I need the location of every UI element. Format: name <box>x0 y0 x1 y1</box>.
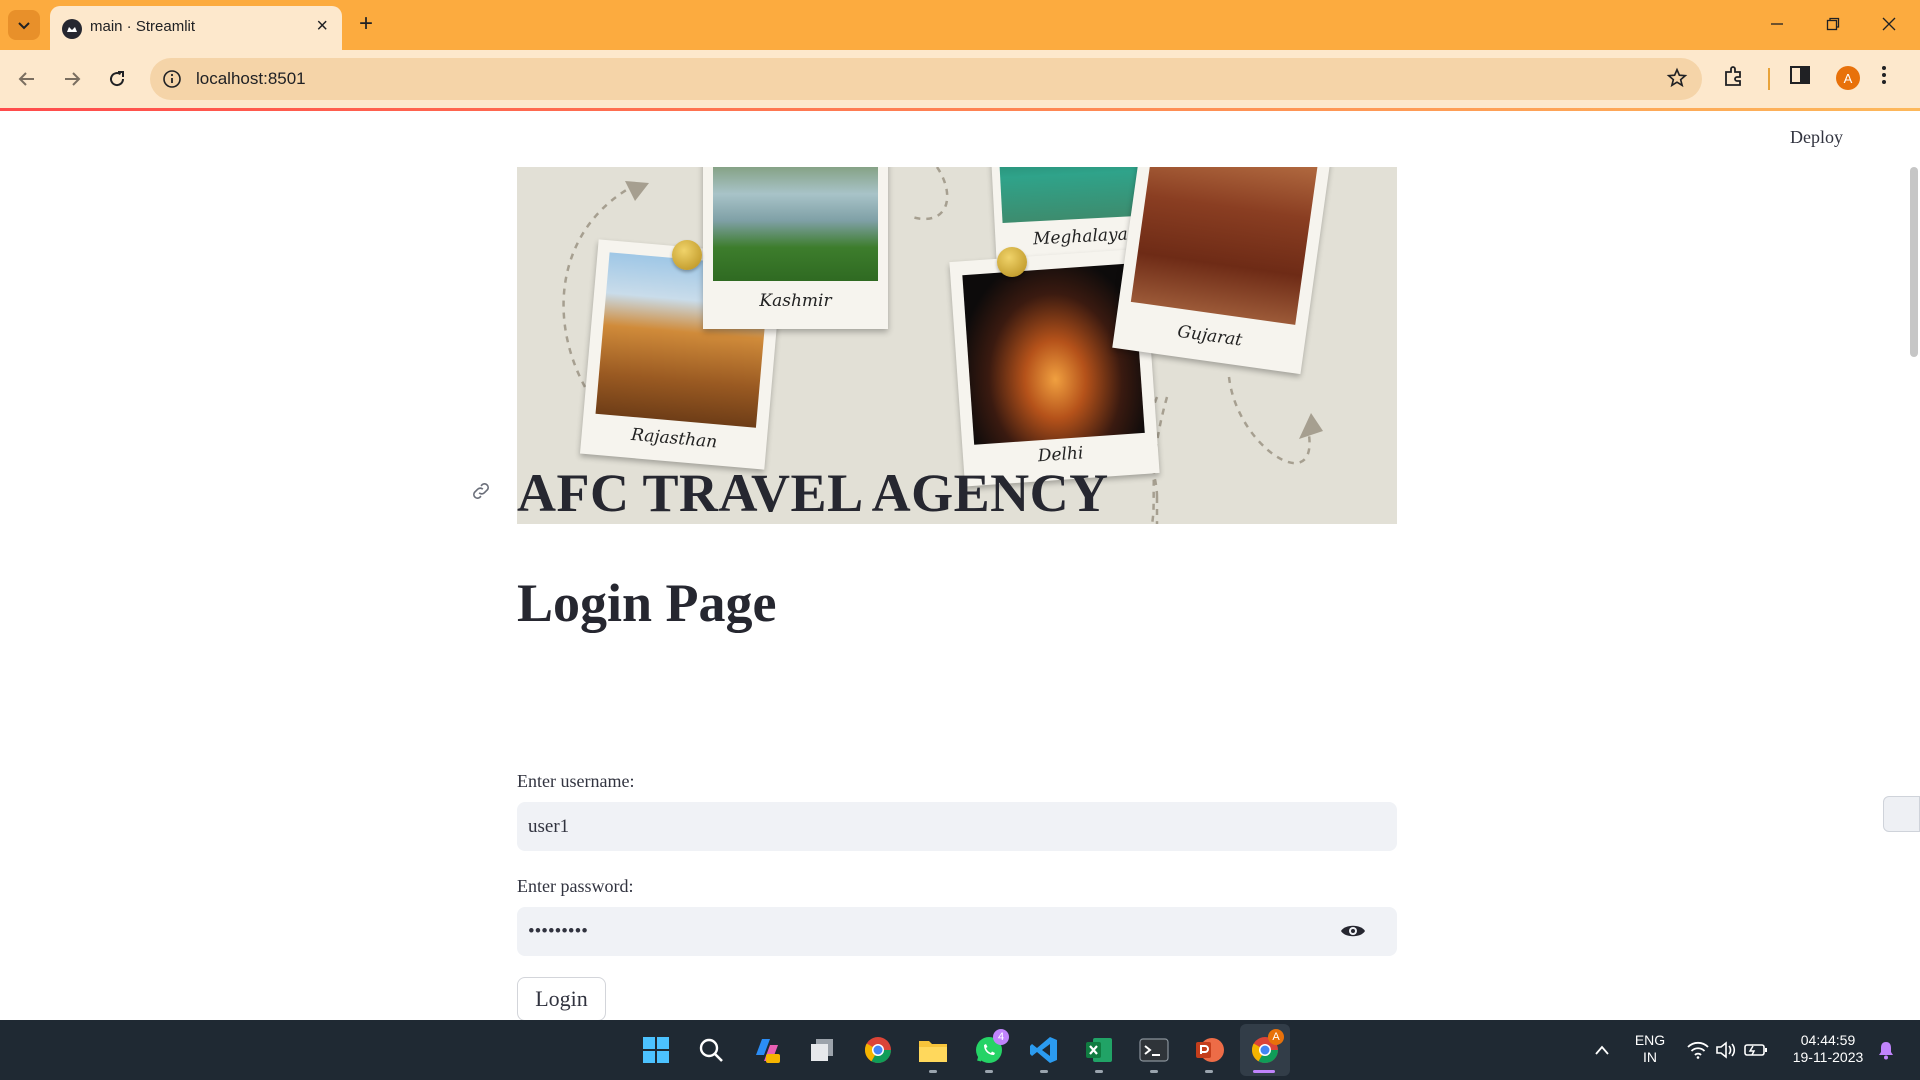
chrome-icon[interactable] <box>862 1034 894 1066</box>
region-code: IN <box>1643 1049 1657 1065</box>
tab-close-icon[interactable]: × <box>316 15 328 38</box>
minimize-window-icon[interactable] <box>1754 10 1800 38</box>
username-label: Enter username: <box>517 771 635 791</box>
kashmir-photo <box>713 167 878 281</box>
clock-time: 04:44:59 <box>1800 1032 1856 1048</box>
username-input[interactable] <box>517 802 1397 851</box>
chrome-menu-icon[interactable] <box>1880 64 1888 91</box>
tray-overflow-chevron-icon[interactable] <box>1586 1034 1618 1066</box>
password-input[interactable] <box>517 907 1397 956</box>
reload-button[interactable] <box>100 62 134 96</box>
show-password-eye-icon[interactable] <box>1340 922 1366 945</box>
polaroid-gujarat: Gujarat <box>1112 167 1332 375</box>
browser-toolbar: localhost:8501 <box>0 50 1920 108</box>
powerpoint-icon[interactable] <box>1193 1034 1225 1066</box>
page-scrollbar[interactable] <box>1910 167 1918 357</box>
new-tab-button[interactable]: + <box>352 10 380 38</box>
extensions-puzzle-icon[interactable] <box>1722 64 1746 93</box>
language-indicator[interactable]: ENG IN <box>1628 1032 1672 1066</box>
file-explorer-icon[interactable] <box>917 1034 949 1066</box>
polaroid-kashmir: Kashmir <box>703 167 888 329</box>
login-heading: Login Page <box>517 573 777 633</box>
gujarat-photo <box>1130 167 1319 325</box>
profile-avatar[interactable]: A <box>1836 66 1860 90</box>
windows-start-icon[interactable] <box>640 1034 672 1066</box>
terminal-icon[interactable] <box>1138 1034 1170 1066</box>
clock-date: 19-11-2023 <box>1792 1049 1864 1065</box>
clock[interactable]: 04:44:59 19-11-2023 <box>1780 1032 1876 1066</box>
url-text: localhost:8501 <box>196 69 306 88</box>
bookmark-star-icon[interactable] <box>1666 67 1688 94</box>
deploy-button[interactable]: Deploy <box>1790 127 1843 148</box>
search-icon[interactable] <box>695 1034 727 1066</box>
forward-button[interactable] <box>55 62 89 96</box>
whatsapp-notification-badge: 4 <box>993 1029 1009 1045</box>
copilot-icon[interactable] <box>751 1034 783 1066</box>
login-button[interactable]: Login <box>517 977 606 1021</box>
whatsapp-running-indicator <box>985 1070 993 1073</box>
streamlit-app: Deploy Rajasthan Kashmir Meghalaya Delhi… <box>0 111 1920 1020</box>
file-explorer-running-indicator <box>929 1070 937 1073</box>
volume-icon[interactable] <box>1710 1034 1742 1066</box>
page-title: AFC TRAVEL AGENCY <box>517 463 1109 523</box>
site-info-icon[interactable] <box>162 69 182 94</box>
tab-title: main · Streamlit <box>90 18 196 35</box>
task-view-icon[interactable] <box>806 1034 838 1066</box>
chrome-active-indicator <box>1253 1070 1275 1073</box>
arrow-left-icon <box>18 72 34 86</box>
powerpoint-running-indicator <box>1205 1070 1213 1073</box>
heading-link-icon[interactable] <box>470 480 492 507</box>
chevron-down-icon <box>18 22 30 30</box>
battery-icon[interactable] <box>1740 1034 1772 1066</box>
notification-bell-icon[interactable] <box>1870 1034 1902 1066</box>
chrome-profile-badge: A <box>1268 1029 1284 1045</box>
caption-kashmir: Kashmir <box>759 291 832 311</box>
windows-taskbar: 4 A ENG IN 04:44:59 19-11-2023 <box>0 1020 1920 1080</box>
pin-delhi <box>997 247 1027 277</box>
back-button[interactable] <box>10 62 44 96</box>
arrow-right-icon <box>65 72 81 86</box>
toolbar-separator <box>1768 68 1770 90</box>
vscode-running-indicator <box>1040 1070 1048 1073</box>
streamlit-favicon-icon <box>62 19 82 39</box>
browser-tab-active[interactable]: main · Streamlit × <box>50 6 342 50</box>
browser-tab-strip: main · Streamlit × + <box>0 0 1920 50</box>
tab-search-dropdown-button[interactable] <box>8 10 40 40</box>
side-panel-icon[interactable] <box>1789 64 1811 91</box>
excel-icon[interactable] <box>1083 1034 1115 1066</box>
excel-running-indicator <box>1095 1070 1103 1073</box>
close-window-icon[interactable] <box>1866 10 1912 38</box>
pin-rajasthan <box>672 240 702 270</box>
address-bar[interactable]: localhost:8501 <box>150 58 1702 100</box>
vscode-icon[interactable] <box>1028 1034 1060 1066</box>
dev-tools-handle[interactable] <box>1883 796 1920 832</box>
restore-window-icon[interactable] <box>1810 10 1856 38</box>
delhi-photo <box>962 263 1145 445</box>
language-code: ENG <box>1634 1032 1666 1048</box>
password-label: Enter password: <box>517 876 634 896</box>
terminal-running-indicator <box>1150 1070 1158 1073</box>
reload-icon <box>110 71 125 87</box>
